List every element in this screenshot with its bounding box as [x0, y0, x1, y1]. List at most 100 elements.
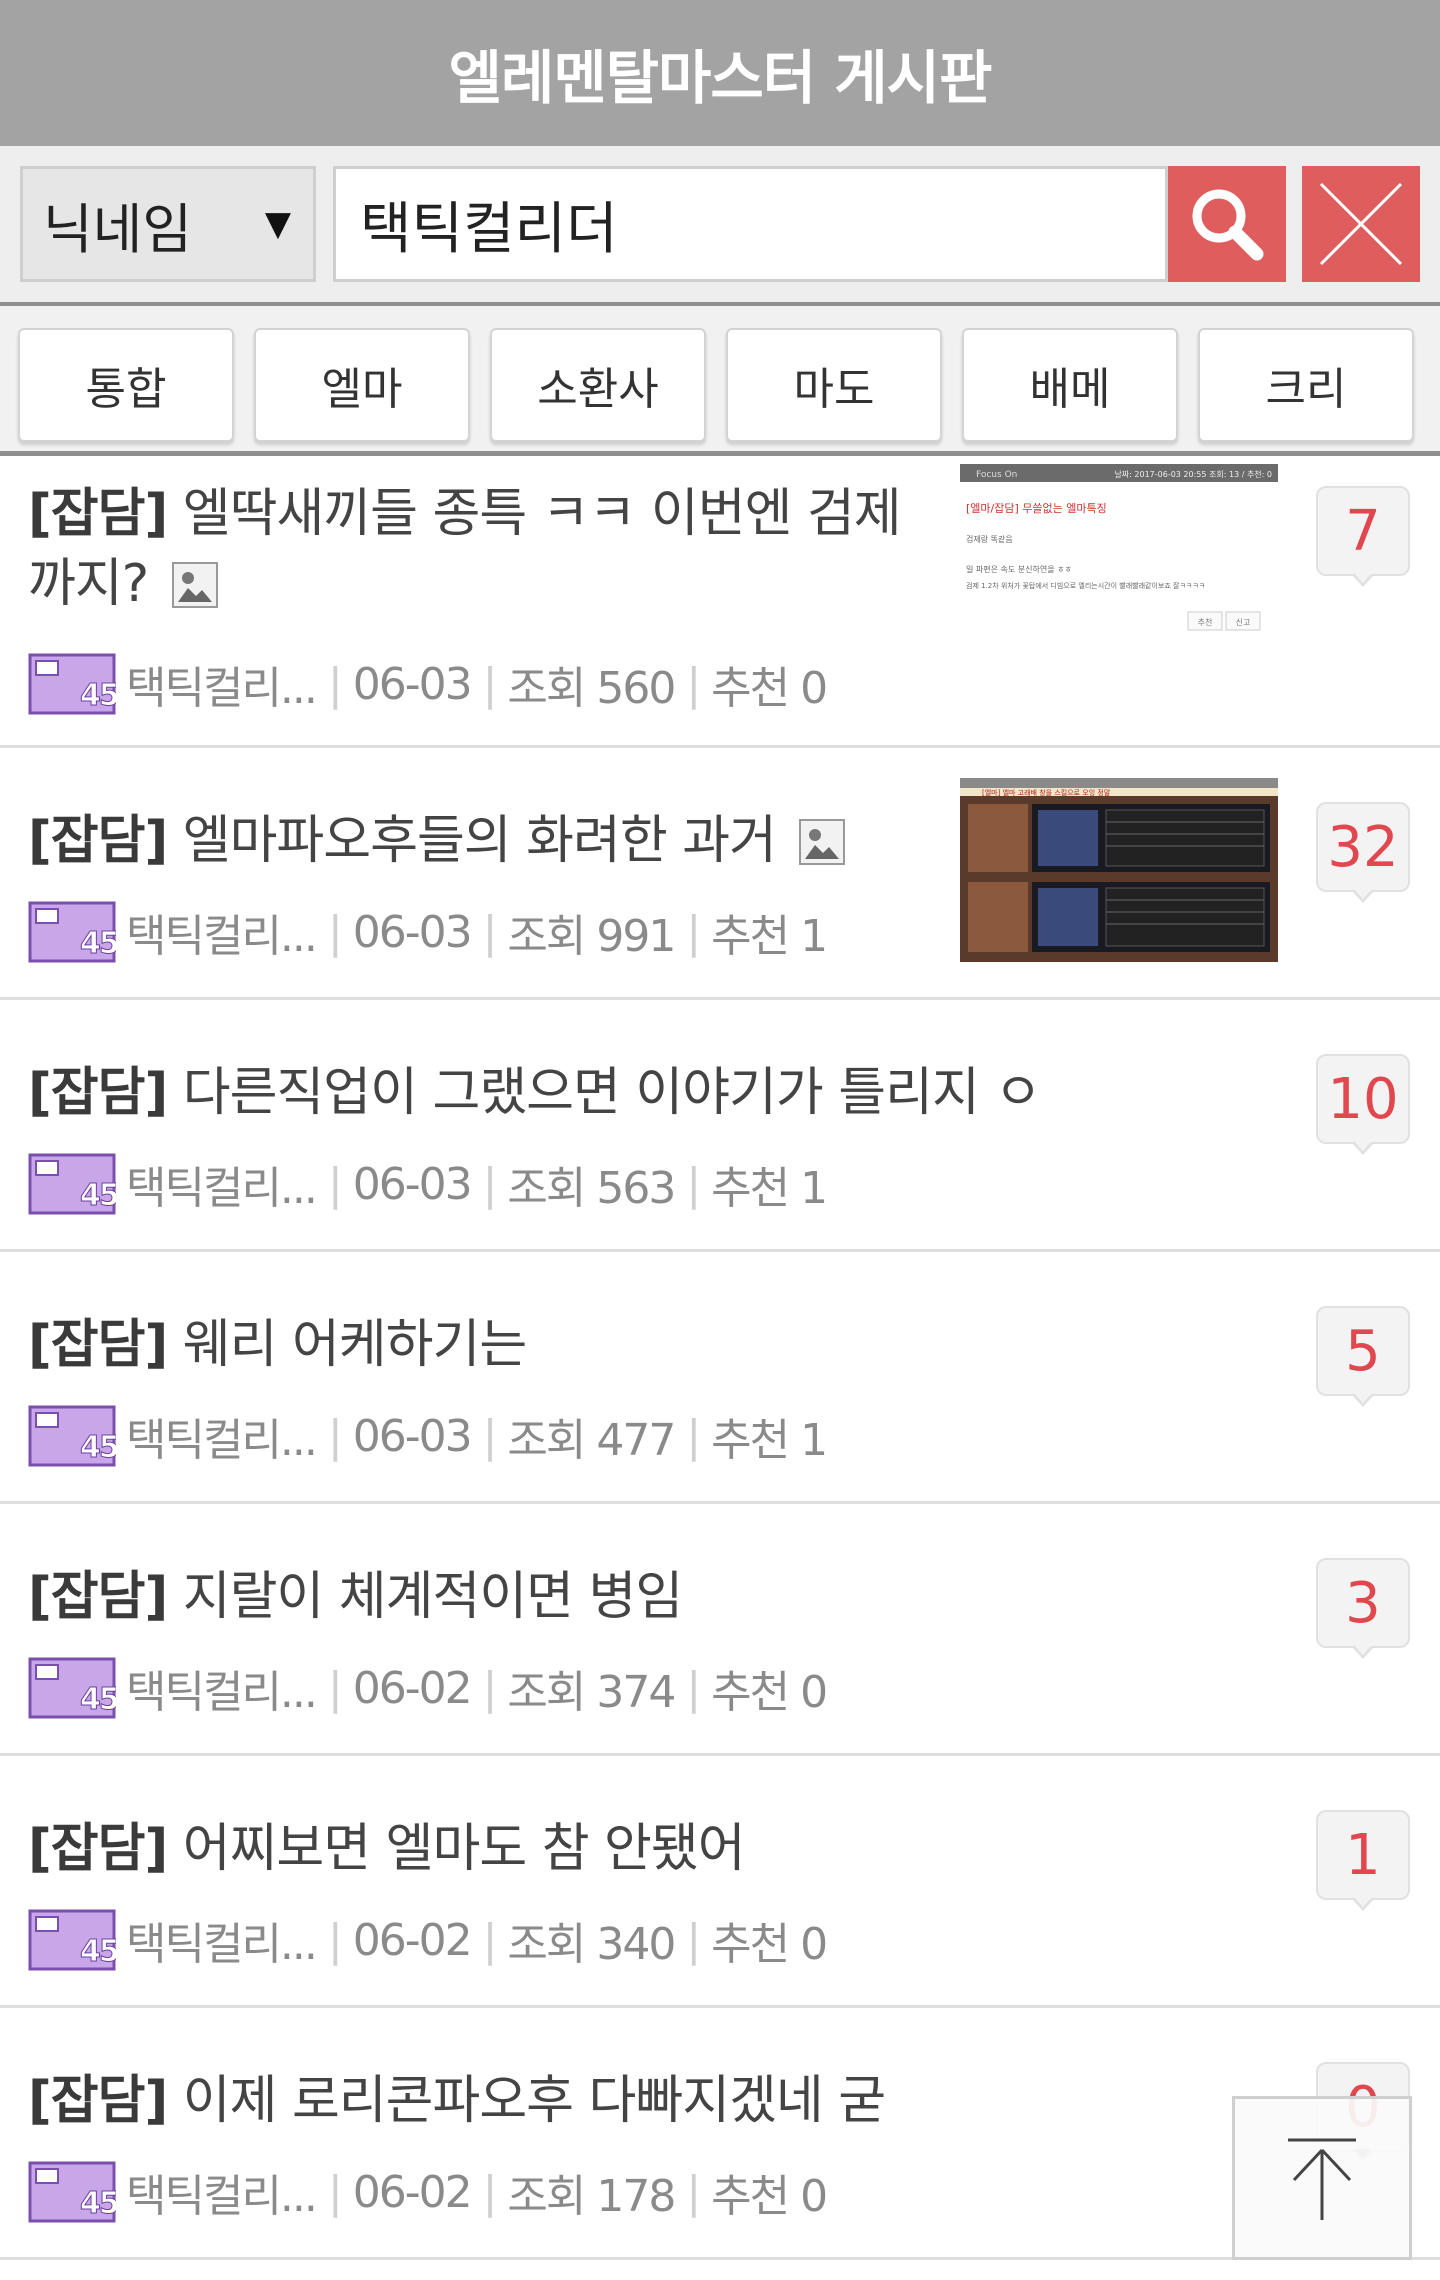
post-author[interactable]: 택틱컬리...: [126, 1152, 318, 1216]
post-recommend: 추천 1: [711, 1415, 828, 1466]
level-badge-text: 45: [80, 1682, 116, 1717]
post-date: 06-03: [352, 658, 473, 710]
post-author[interactable]: 택틱컬리...: [126, 652, 318, 716]
post-views: 조회 563: [507, 1163, 676, 1214]
tab-mado[interactable]: 마도: [726, 328, 942, 442]
thumb-btn-report: 신고: [1236, 618, 1251, 627]
post-title-text: 웨리 어케하기는: [182, 1315, 527, 1375]
clear-search-button[interactable]: [1302, 166, 1420, 282]
image-attachment-icon: [171, 562, 218, 608]
post-date: 06-03: [352, 1158, 473, 1210]
list-item[interactable]: [잡담] 웨리 어케하기는 45 택틱컬리... | 06-03 | 조회 47…: [0, 1252, 1440, 1504]
list-item[interactable]: [잡담] 지랄이 체계적이면 병임 45 택틱컬리... | 06-02 | 조…: [0, 1504, 1440, 1756]
post-title[interactable]: [잡담] 엘마파오후들의 화려한 과거: [28, 806, 908, 876]
thumb-line-2: 일 파편은 속도 분신하연을 ㅎㅎ: [966, 564, 1072, 574]
post-title[interactable]: [잡담] 엘딱새끼들 종특 ㅋㅋ 이번엔 검제 까지?: [28, 479, 908, 619]
post-views: 조회 340: [507, 1919, 676, 1970]
level-badge-icon: 45: [28, 2161, 116, 2223]
post-recommend: 추천 1: [711, 911, 828, 962]
post-recommend: 추천 0: [711, 1667, 828, 1718]
post-category: [잡담]: [28, 811, 168, 871]
post-category: [잡담]: [28, 1063, 168, 1123]
level-badge-text: 45: [80, 1178, 116, 1213]
dropdown-arrow-icon: ▼: [264, 204, 291, 244]
thumb-line-1: 검제랑 똑같음: [966, 534, 1013, 544]
tab-battle-mage[interactable]: 배메: [962, 328, 1178, 442]
post-thumbnail[interactable]: Focus On 날짜: 2017-06-03 20:55 조회: 13 / 추…: [960, 464, 1278, 648]
list-item[interactable]: [잡담] 이제 로리콘파오후 다빠지겠네 굳 45 택틱컬리... | 06-0…: [0, 2008, 1440, 2260]
post-title[interactable]: [잡담] 웨리 어케하기는: [28, 1310, 908, 1380]
tab-all[interactable]: 통합: [18, 328, 234, 442]
post-title-text: 지랄이 체계적이면 병임: [182, 1567, 683, 1627]
comment-count-badge[interactable]: 10: [1316, 1054, 1410, 1155]
post-author[interactable]: 택틱컬리...: [126, 1908, 318, 1972]
tab-elma[interactable]: 엘마: [254, 328, 470, 442]
scroll-to-top-button[interactable]: [1232, 2096, 1412, 2260]
post-category: [잡담]: [28, 1567, 168, 1627]
post-date: 06-03: [352, 906, 473, 958]
thumb-header-right: 날짜: 2017-06-03 20:55 조회: 13 / 추천: 0: [1114, 469, 1272, 479]
search-input[interactable]: [333, 166, 1168, 282]
comment-count-badge[interactable]: 3: [1316, 1558, 1410, 1659]
level-badge-text: 45: [80, 926, 116, 961]
search-icon: [1192, 189, 1264, 261]
post-author[interactable]: 택틱컬리...: [126, 1404, 318, 1468]
list-item[interactable]: [잡담] 엘딱새끼들 종특 ㅋㅋ 이번엔 검제 까지? 45 택틱컬리... |…: [0, 456, 1440, 748]
post-views: 조회 477: [507, 1415, 676, 1466]
post-recommend: 추천 0: [711, 663, 828, 714]
post-title-text: 이제 로리콘파오후 다빠지겠네 굳: [182, 2071, 886, 2131]
post-recommend: 추천 0: [711, 1919, 828, 1970]
list-item[interactable]: [잡담] 다른직업이 그랬으면 이야기가 틀리지 ㅇ 45 택틱컬리... | …: [0, 1000, 1440, 1252]
image-attachment-icon: [799, 819, 846, 865]
post-meta: 45 택틱컬리... | 06-02 | 조회 178 | 추천 0: [28, 2160, 828, 2224]
level-badge-icon: 45: [28, 901, 116, 963]
post-views: 조회 374: [507, 1667, 676, 1718]
level-badge-icon: 45: [28, 653, 116, 715]
thumb-btn-recommend: 추천: [1198, 617, 1213, 627]
post-meta: 45 택틱컬리... | 06-03 | 조회 477 | 추천 1: [28, 1404, 828, 1468]
thumb-banner: [엘마] 엘마 고래배 창을 스킬으로 오잉 정말: [982, 788, 1111, 797]
post-meta: 45 택틱컬리... | 06-02 | 조회 374 | 추천 0: [28, 1656, 828, 1720]
post-title-text: 어찌보면 엘마도 참 안됐어: [182, 1819, 746, 1879]
thumb-title: [엘마/잡담] 무쓸없는 엘마특징: [966, 502, 1107, 515]
comment-count-badge[interactable]: 5: [1316, 1306, 1410, 1407]
level-badge-text: 45: [80, 1430, 116, 1465]
page-title: 엘레멘탈마스터 게시판: [448, 44, 993, 112]
arrow-up-icon: [1288, 2138, 1356, 2220]
comment-count-badge[interactable]: 1: [1316, 1810, 1410, 1911]
post-author[interactable]: 택틱컬리...: [126, 2160, 318, 2224]
post-thumbnail[interactable]: [엘마] 엘마 고래배 창을 스킬으로 오잉 정말: [960, 778, 1278, 962]
post-author[interactable]: 택틱컬리...: [126, 900, 318, 964]
post-title-text: 엘마파오후들의 화려한 과거: [182, 811, 777, 871]
post-category: [잡담]: [28, 484, 168, 544]
tab-creator[interactable]: 크리: [1198, 328, 1414, 442]
category-tabs: 통합 엘마 소환사 마도 배메 크리: [0, 306, 1440, 456]
comment-count-badge[interactable]: 32: [1316, 802, 1410, 903]
post-meta: 45 택틱컬리... | 06-03 | 조회 560 | 추천 0: [28, 652, 828, 716]
post-views: 조회 178: [507, 2171, 676, 2222]
level-badge-text: 45: [80, 2186, 116, 2221]
post-category: [잡담]: [28, 1315, 168, 1375]
post-title[interactable]: [잡담] 다른직업이 그랬으면 이야기가 틀리지 ㅇ: [28, 1058, 1188, 1128]
tab-summoner[interactable]: 소환사: [490, 328, 706, 442]
post-views: 조회 991: [507, 911, 676, 962]
list-item[interactable]: [잡담] 엘마파오후들의 화려한 과거 45 택틱컬리... | 06-03 |…: [0, 748, 1440, 1000]
level-badge-icon: 45: [28, 1657, 116, 1719]
search-filter-select[interactable]: 닉네임 ▼: [20, 166, 316, 282]
post-recommend: 추천 0: [711, 2171, 828, 2222]
page-header: 엘레멘탈마스터 게시판: [0, 0, 1440, 146]
list-item[interactable]: [잡담] 어찌보면 엘마도 참 안됐어 45 택틱컬리... | 06-02 |…: [0, 1756, 1440, 2008]
post-title[interactable]: [잡담] 어찌보면 엘마도 참 안됐어: [28, 1814, 908, 1884]
post-meta: 45 택틱컬리... | 06-03 | 조회 563 | 추천 1: [28, 1152, 828, 1216]
post-title[interactable]: [잡담] 지랄이 체계적이면 병임: [28, 1562, 908, 1632]
post-title[interactable]: [잡담] 이제 로리콘파오후 다빠지겠네 굳: [28, 2066, 908, 2136]
level-badge-icon: 45: [28, 1153, 116, 1215]
thumb-line-3: 검제 1.2차 위처가 꽃탑에서 디빔으로 엘리는시간이 빨래빨래같이보죠 잘ㅋ…: [966, 581, 1205, 590]
comment-count-badge[interactable]: 7: [1316, 486, 1410, 587]
post-author[interactable]: 택틱컬리...: [126, 1656, 318, 1720]
level-badge-text: 45: [80, 1934, 116, 1969]
post-category: [잡담]: [28, 1819, 168, 1879]
post-date: 06-02: [352, 1914, 473, 1966]
search-button[interactable]: [1168, 166, 1286, 282]
post-date: 06-02: [352, 2166, 473, 2218]
